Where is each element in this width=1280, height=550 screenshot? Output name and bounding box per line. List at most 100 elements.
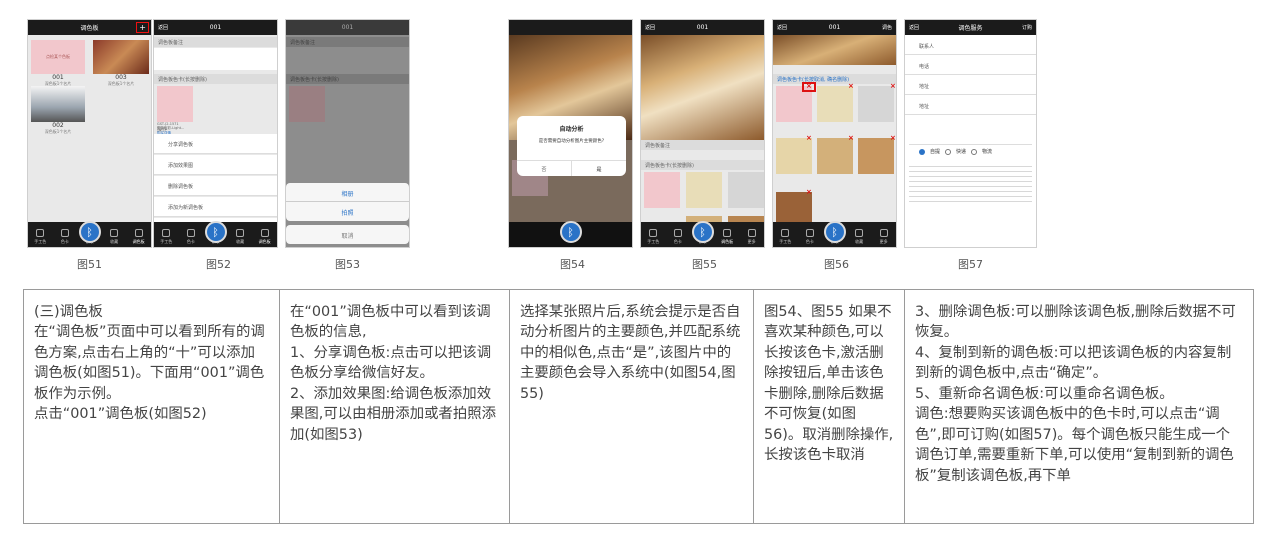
effect-photo: [773, 35, 896, 65]
delete-icon[interactable]: ×: [806, 188, 812, 196]
sheet-cancel[interactable]: 取消: [286, 225, 409, 244]
palette-card-002[interactable]: 002 深色板1个名片: [31, 86, 85, 146]
paragraph: 图54、图55 如果不喜欢某种颜色,可以长按该色卡,激活删除按钮后,单击该色卡删…: [764, 304, 894, 464]
tab-item[interactable]: 手工色: [644, 229, 662, 245]
bulb-icon: [162, 229, 171, 237]
tab-item[interactable]: 色卡: [801, 229, 819, 245]
palette-card-003[interactable]: 003 深色板1个名片: [93, 40, 149, 92]
instruction-col-5: 3、删除调色板:可以删除该调色板,删除后数据不可恢复。 4、复制到新的调色板:可…: [904, 289, 1254, 524]
fig57-title: 调色服务: [958, 25, 983, 32]
sheet-album[interactable]: 相册: [286, 183, 409, 202]
tab-item[interactable]: 收藏: [850, 229, 868, 245]
bulb-icon: [36, 229, 45, 237]
tab-item[interactable]: 收藏: [231, 229, 249, 245]
field-phone[interactable]: 电话: [905, 57, 1036, 75]
dialog-no-button[interactable]: 否: [517, 161, 572, 176]
radio-icon[interactable]: [971, 148, 978, 155]
field-address[interactable]: 地址: [905, 77, 1036, 95]
add-palette-button[interactable]: +: [136, 22, 149, 33]
palette-card-label: 002: [52, 122, 64, 129]
star-icon: [855, 229, 864, 237]
tab-item[interactable]: 色卡: [182, 229, 200, 245]
color-swatch-cream2[interactable]: [776, 138, 812, 174]
paragraph: 1、分享调色板:点击可以把该调色板分享给微信好友。: [290, 344, 492, 382]
color-swatch-cream[interactable]: [686, 172, 722, 208]
op-copy[interactable]: 添加为新调色板: [154, 197, 277, 217]
tab-item[interactable]: 更多: [875, 229, 893, 245]
tab-item[interactable]: 调色板: [718, 229, 736, 245]
palette-icon: [260, 229, 269, 237]
color-swatch-tan[interactable]: [817, 138, 853, 174]
fig56-topbar: 返回 001 调色: [773, 20, 896, 35]
tab-item[interactable]: 调色板: [130, 229, 148, 245]
caption-fig53: 图53: [335, 258, 360, 271]
color-swatch-dim: [289, 86, 325, 122]
remark-area[interactable]: [909, 117, 1032, 145]
back-button[interactable]: 返回: [158, 24, 168, 31]
star-icon: [110, 229, 119, 237]
op-delete[interactable]: 删除调色板: [154, 176, 277, 196]
color-swatch-pink[interactable]: [644, 172, 680, 208]
back-button[interactable]: 返回: [645, 24, 655, 31]
tab-label: 收藏: [110, 239, 119, 244]
note-section: 调色板备注: [154, 37, 277, 47]
tab-item[interactable]: 手工色: [31, 229, 49, 245]
delivery-options: 自提 快递 物流: [919, 148, 992, 155]
auto-analyze-dialog: 自动分析 是否需要自动分析图片主要颜色? 否 是: [517, 116, 626, 176]
bluetooth-icon[interactable]: ᛒ: [823, 221, 846, 243]
opt-logistics[interactable]: 物流: [982, 148, 992, 155]
field-address2[interactable]: 地址: [905, 97, 1036, 115]
bluetooth-icon[interactable]: ᛒ: [691, 221, 714, 243]
radio-icon[interactable]: [945, 148, 952, 155]
instruction-table: (三)调色板 在“调色板”页面中可以看到所有的调色方案,点击右上角的“十”可以添…: [23, 289, 1254, 524]
color-swatch-cream[interactable]: [817, 86, 853, 122]
tab-item[interactable]: 手工色: [776, 229, 794, 245]
color-swatch-dark[interactable]: [776, 192, 812, 224]
fig52-topbar: 返回 001: [154, 20, 277, 35]
tab-label: 更多: [747, 239, 756, 244]
delete-icon[interactable]: ×: [890, 134, 896, 142]
palette-card-sub: 深色板1个名片: [107, 81, 135, 86]
card-icon: [186, 229, 195, 237]
tab-item[interactable]: 收藏: [105, 229, 123, 245]
tab-item[interactable]: 色卡: [56, 229, 74, 245]
palette-photo-office: [31, 86, 85, 122]
delete-icon[interactable]: ×: [848, 82, 854, 90]
palette-card-001[interactable]: 点检某个色板 001 深色板1个名片: [31, 40, 85, 92]
tab-label: 色卡: [805, 239, 814, 244]
tab-item[interactable]: 调色板: [256, 229, 274, 245]
tone-button[interactable]: 调色: [882, 24, 892, 31]
opt-express[interactable]: 快递: [956, 148, 966, 155]
delete-icon[interactable]: ×: [848, 134, 854, 142]
delete-icon[interactable]: ×: [806, 134, 812, 142]
color-swatch-brown[interactable]: [858, 138, 894, 174]
sheet-photo[interactable]: 拍照: [286, 202, 409, 221]
bluetooth-icon[interactable]: ᛒ: [78, 221, 101, 243]
op-add-effect[interactable]: 添加效果图: [154, 155, 277, 175]
bluetooth-icon[interactable]: ᛒ: [204, 221, 227, 243]
tab-item[interactable]: 色卡: [669, 229, 687, 245]
color-swatch-grey[interactable]: [858, 86, 894, 122]
back-button[interactable]: 返回: [909, 24, 919, 31]
paragraph: 在“001”调色板中可以看到该调色板的信息,: [290, 304, 491, 341]
caption-fig55: 图55: [692, 258, 717, 271]
delete-icon[interactable]: ×: [806, 82, 812, 90]
fig55-title: 001: [696, 24, 709, 31]
caption-fig57: 图57: [958, 258, 983, 271]
field-contact[interactable]: 联系人: [905, 37, 1036, 55]
tab-label: 手工色: [779, 239, 792, 244]
dialog-yes-button[interactable]: 是: [572, 161, 626, 176]
tab-item[interactable]: 手工色: [157, 229, 175, 245]
tab-item[interactable]: 更多: [743, 229, 761, 245]
note-area[interactable]: [154, 48, 277, 70]
op-share[interactable]: 分享调色板: [154, 134, 277, 154]
order-button[interactable]: 订购: [1022, 24, 1032, 31]
dialog-title: 自动分析: [559, 126, 584, 133]
opt-self-pickup[interactable]: 自提: [930, 148, 940, 155]
delete-icon[interactable]: ×: [890, 82, 896, 90]
color-swatch-grey[interactable]: [728, 172, 764, 208]
bluetooth-icon[interactable]: ᛒ: [559, 221, 582, 243]
radio-selected-icon[interactable]: [919, 148, 925, 155]
back-button[interactable]: 返回: [777, 24, 787, 31]
instruction-col-4: 图54、图55 如果不喜欢某种颜色,可以长按该色卡,激活删除按钮后,单击该色卡删…: [753, 289, 905, 524]
